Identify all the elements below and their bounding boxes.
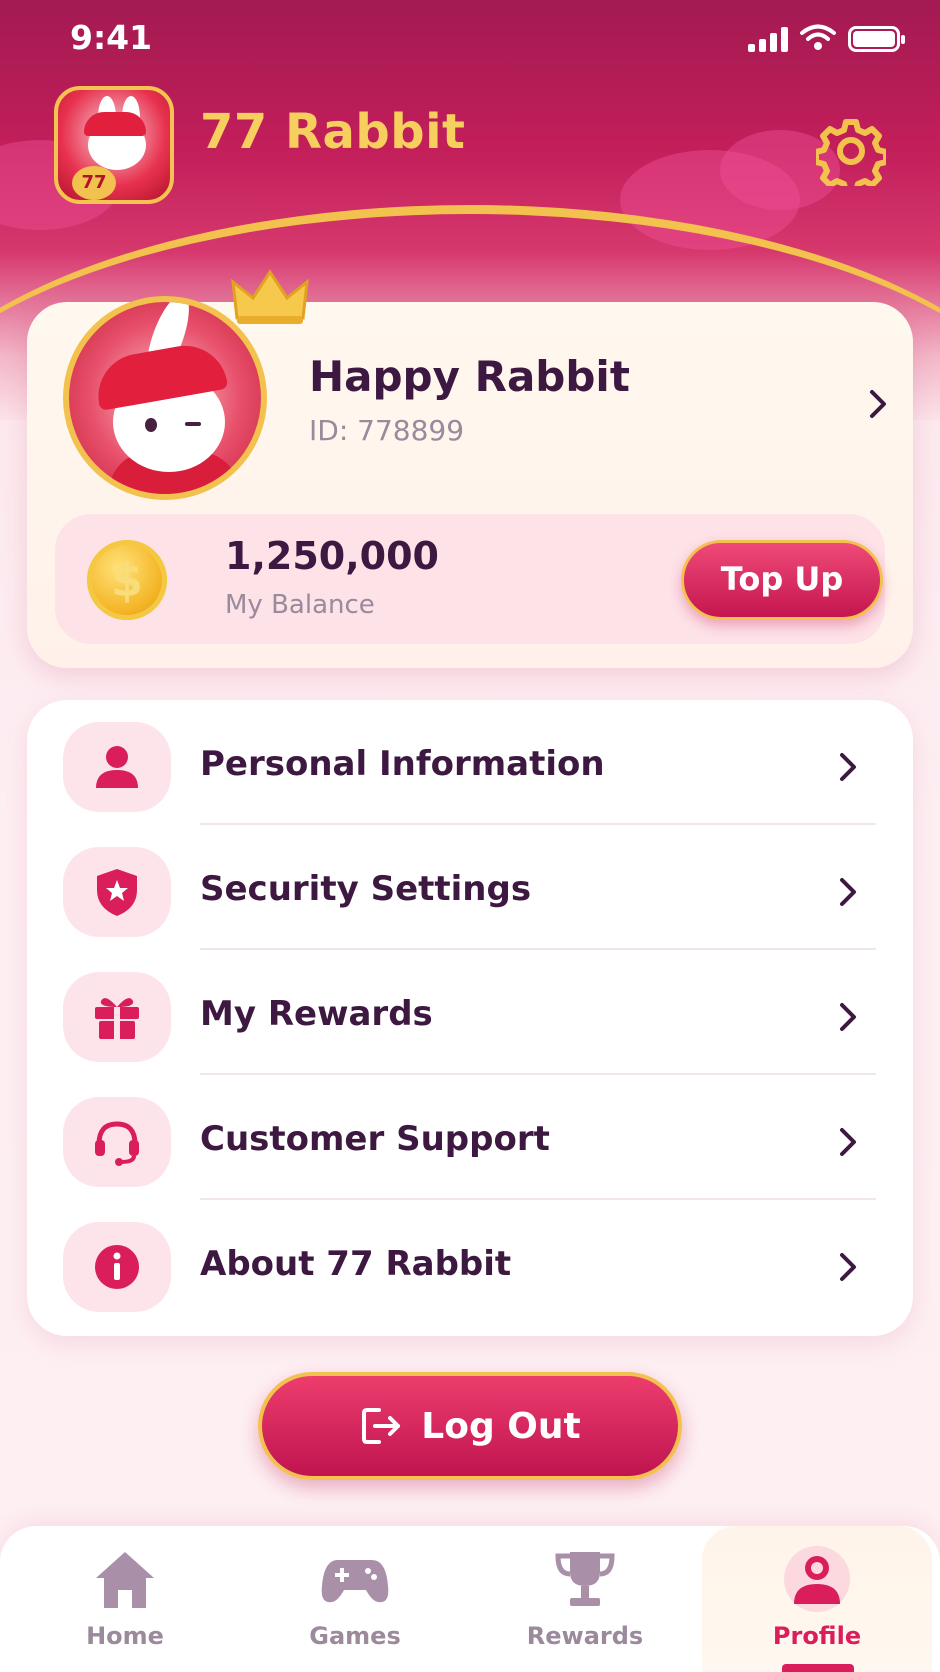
chevron-right-icon[interactable] [863, 386, 893, 422]
wifi-icon [800, 24, 836, 50]
gamepad-icon [321, 1560, 389, 1603]
gift-icon [95, 998, 139, 1039]
app-name: 77 Rabbit [200, 104, 466, 160]
chevron-right-icon [840, 878, 856, 906]
nav-item-home[interactable]: Home [10, 1526, 240, 1672]
active-tab-indicator [782, 1664, 854, 1672]
chevron-right-icon [840, 753, 856, 781]
menu-item-personal-information[interactable]: Personal Information [27, 700, 913, 825]
menu-icon-container [63, 722, 171, 812]
log-out-button[interactable]: Log Out [258, 1372, 682, 1480]
user-id: ID: 778899 [309, 414, 465, 447]
nav-item-games[interactable]: Games [240, 1526, 470, 1672]
app-logo: 77 [54, 86, 174, 204]
coin-icon: $ [87, 540, 167, 620]
status-icons [748, 24, 905, 52]
nav-label: Profile [772, 1622, 862, 1650]
balance-amount: 1,250,000 [225, 534, 439, 578]
chevron-right-icon [840, 1253, 856, 1281]
crown-icon [231, 269, 309, 324]
profile-card[interactable]: Happy Rabbit ID: 778899 $ 1,250,000 My B… [27, 269, 913, 668]
menu-item-my-rewards[interactable]: My Rewards [27, 950, 913, 1075]
menu-item-label: My Rewards [200, 994, 433, 1034]
menu-icon-container [63, 1222, 171, 1312]
menu-icon-container [63, 847, 171, 937]
user-name: Happy Rabbit [309, 352, 630, 401]
nav-item-rewards[interactable]: Rewards [470, 1526, 700, 1672]
settings-button[interactable] [813, 116, 889, 195]
person-icon [96, 746, 138, 788]
nav-label: Games [309, 1622, 401, 1650]
status-time: 9:41 [70, 18, 153, 57]
menu-item-label: Security Settings [200, 869, 532, 909]
info-icon [95, 1245, 139, 1289]
nav-item-profile[interactable]: Profile [702, 1526, 932, 1672]
app-header: 77 77 Rabbit [0, 86, 940, 206]
menu-icon-container [63, 1097, 171, 1187]
menu-item-label: About 77 Rabbit [200, 1244, 512, 1284]
nav-label: Home [86, 1622, 164, 1650]
top-up-button[interactable]: Top Up [681, 540, 883, 620]
logout-icon [362, 1408, 401, 1444]
status-bar: 9:41 [0, 0, 940, 80]
settings-menu: Personal Information Security Settings M… [27, 700, 913, 1336]
home-icon [96, 1552, 154, 1608]
balance-panel: $ 1,250,000 My Balance Top Up [55, 514, 885, 644]
menu-item-label: Personal Information [200, 744, 605, 784]
trophy-icon [555, 1552, 615, 1606]
user-icon [784, 1546, 850, 1612]
battery-icon [848, 26, 905, 52]
shield-star-icon [97, 869, 137, 916]
bottom-navigation: Home Games Rewards Profile [0, 1526, 940, 1672]
nav-label: Rewards [526, 1622, 644, 1650]
headset-icon [95, 1121, 139, 1166]
avatar-wrapper [63, 269, 309, 506]
menu-item-security-settings[interactable]: Security Settings [27, 825, 913, 950]
gear-icon [813, 119, 889, 195]
logo-badge-text: 77 [72, 166, 116, 200]
chevron-right-icon [840, 1128, 856, 1156]
signal-icon [748, 26, 788, 52]
chevron-right-icon [840, 1003, 856, 1031]
menu-item-customer-support[interactable]: Customer Support [27, 1075, 913, 1200]
menu-item-about[interactable]: About 77 Rabbit [27, 1200, 913, 1325]
menu-icon-container [63, 972, 171, 1062]
balance-label: My Balance [225, 590, 375, 620]
menu-item-label: Customer Support [200, 1119, 550, 1159]
log-out-label: Log Out [421, 1405, 581, 1447]
